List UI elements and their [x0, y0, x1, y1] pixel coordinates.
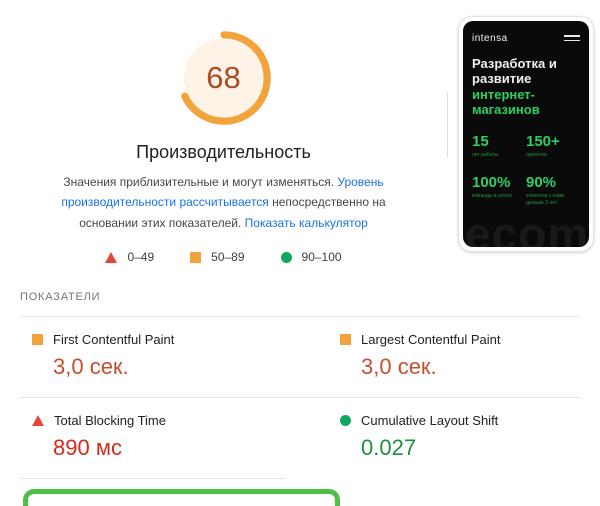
metric-label: Cumulative Layout Shift — [361, 413, 499, 429]
average-square-icon — [190, 251, 202, 263]
pass-circle-icon — [340, 415, 351, 427]
stat-team: 100% команды в штате — [472, 175, 518, 208]
stat-value: 100% — [472, 173, 511, 191]
legend-pass-label: 90–100 — [301, 250, 342, 265]
metric-label: Largest Contentful Paint — [361, 332, 501, 348]
phone-screen: intensa Разработка и развитие интернет-м… — [463, 21, 589, 247]
fail-triangle-icon — [32, 415, 44, 427]
stat-label: клиентов с нами дольше 3 лет — [526, 192, 565, 207]
vertical-divider — [447, 93, 448, 157]
page-title: Производительность — [136, 142, 311, 162]
legend-pass: 90–100 — [280, 250, 342, 265]
metrics-row-1: First Contentful Paint 3,0 сек. Largest … — [20, 317, 580, 397]
phone-stats: 15 лет работы 150+ проектов 100% команды… — [472, 134, 580, 208]
pass-circle-icon — [280, 251, 292, 263]
phone-heading: Разработка и развитие интернет-магазинов — [472, 56, 572, 117]
stat-projects: 150+ проектов — [526, 134, 580, 160]
metrics-row-3: Speed Index 3,3 сек. — [20, 479, 580, 506]
stat-value: 90% — [526, 173, 557, 191]
show-calculator-link[interactable]: Показать калькулятор — [245, 216, 368, 230]
phone-header: intensa — [472, 32, 580, 44]
stat-value: 15 — [472, 133, 489, 151]
intensa-logo: intensa — [472, 32, 508, 44]
ecom-watermark: ecom — [465, 208, 589, 247]
metric-cls: Cumulative Layout Shift 0.027 — [340, 413, 580, 461]
metric-value: 3,0 сек. — [361, 354, 437, 380]
annotation-highlight-box: Speed Index 3,3 сек. — [23, 489, 340, 506]
metrics-row-2: Total Blocking Time 890 мс Cumulative La… — [20, 398, 580, 478]
metric-label: First Contentful Paint — [53, 332, 175, 348]
phone-heading-white: Разработка и развитие — [472, 56, 557, 87]
legend-average: 50–89 — [190, 250, 245, 265]
metrics-section-header: ПОКАЗАТЕЛИ — [20, 291, 101, 304]
legend-fail: 0–49 — [105, 250, 154, 264]
description-text-1: Значения приблизительные и могут изменят… — [63, 175, 338, 189]
metric-value: 890 мс — [53, 435, 122, 461]
average-square-icon — [340, 334, 351, 346]
legend-average-label: 50–89 — [211, 250, 245, 265]
gauge-score: 68 — [206, 60, 241, 95]
metric-value: 3,0 сек. — [53, 354, 129, 380]
metric-tbt: Total Blocking Time 890 мс — [32, 413, 340, 461]
stat-value: 150+ — [526, 133, 560, 151]
hamburger-menu-icon — [564, 32, 580, 44]
metrics-section: ПОКАЗАТЕЛИ First Contentful Paint 3,0 се… — [0, 291, 600, 506]
phone-heading-green: интернет-магазинов — [472, 86, 540, 117]
metric-value: 0.027 — [361, 435, 417, 461]
screenshot-thumbnail[interactable]: intensa Разработка и развитие интернет-м… — [458, 16, 594, 252]
score-legend: 0–49 50–89 90–100 — [0, 250, 447, 264]
stat-label: проектов — [526, 152, 547, 159]
score-panel: 68 Производительность Значения приблизит… — [0, 16, 447, 264]
average-square-icon — [32, 334, 43, 346]
performance-report: 68 Производительность Значения приблизит… — [0, 0, 600, 264]
legend-fail-label: 0–49 — [127, 250, 155, 265]
stat-clients: 90% клиентов с нами дольше 3 лет — [526, 175, 580, 208]
performance-gauge: 68 — [176, 30, 272, 126]
stat-label: команды в штате — [472, 192, 512, 199]
metric-fcp: First Contentful Paint 3,0 сек. — [32, 332, 340, 380]
metric-label: Total Blocking Time — [54, 413, 166, 429]
metric-lcp: Largest Contentful Paint 3,0 сек. — [340, 332, 580, 380]
stat-label: лет работы — [472, 152, 499, 159]
fail-triangle-icon — [105, 251, 118, 263]
performance-description: Значения приблизительные и могут изменят… — [32, 172, 416, 233]
stat-years: 15 лет работы — [472, 134, 518, 160]
